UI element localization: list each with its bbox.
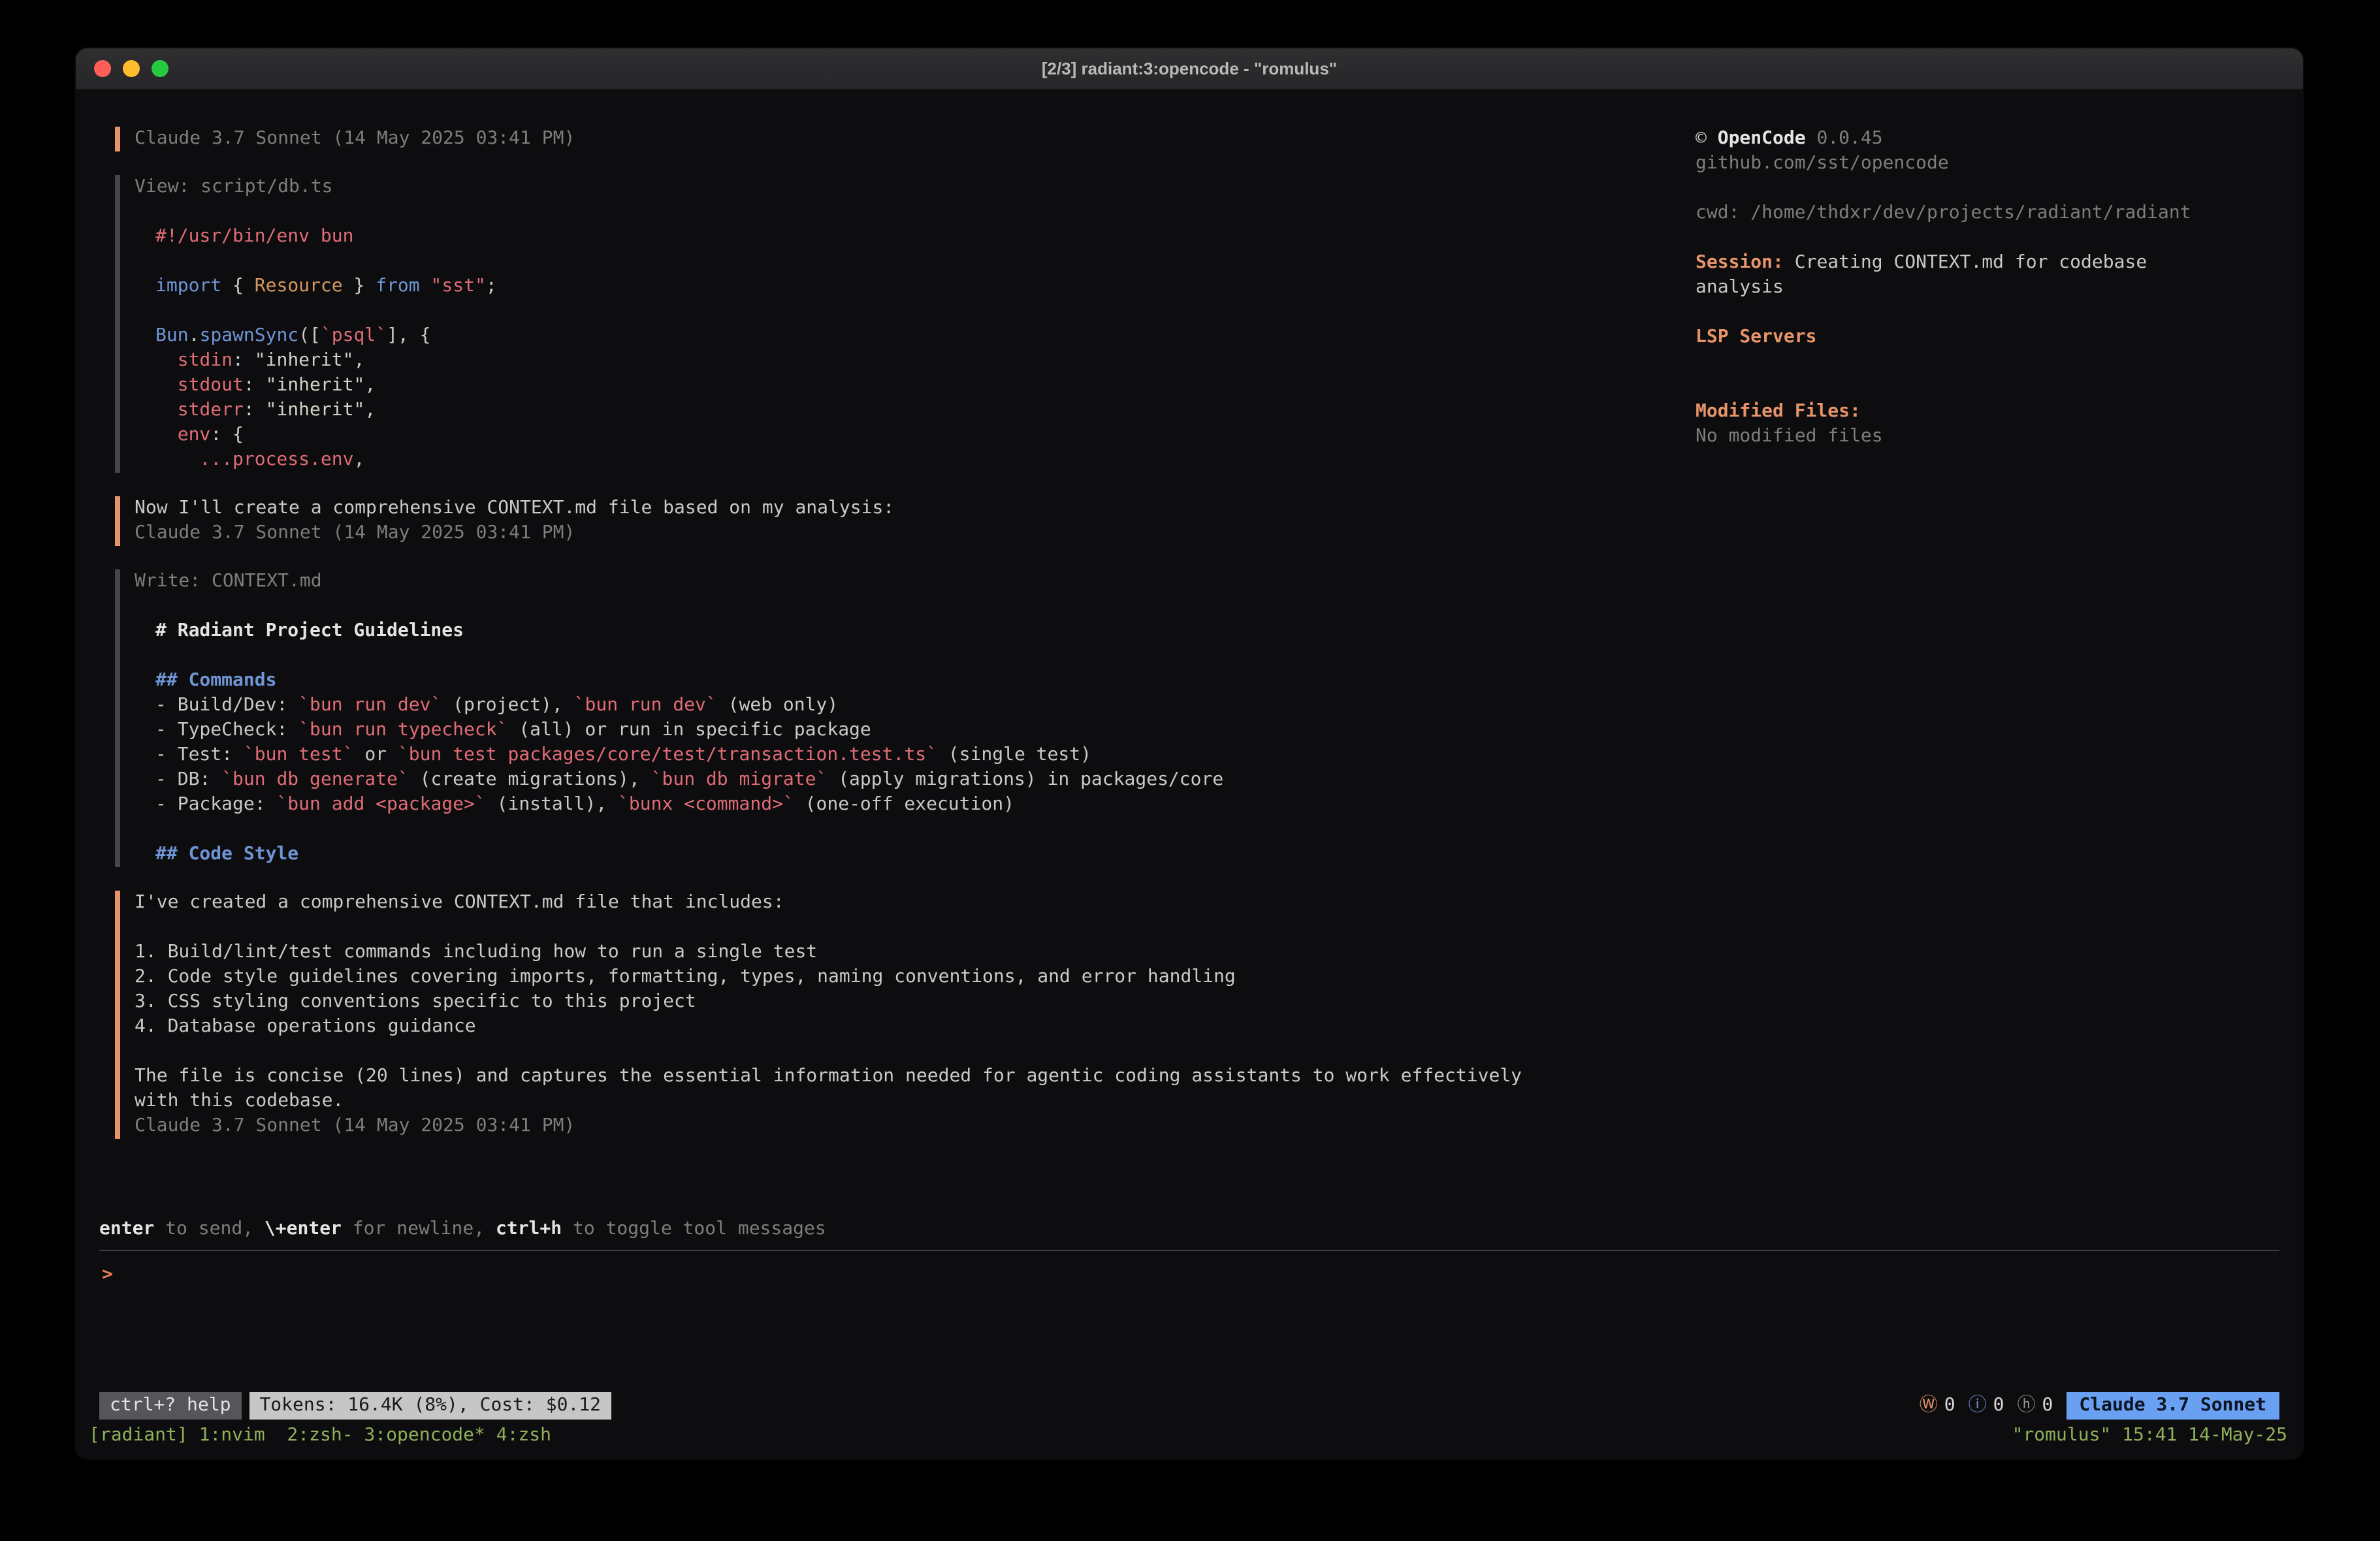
- assistant-summary-text: I've created a comprehensive CONTEXT.md …: [135, 891, 1696, 1114]
- text-line: ## Code Style: [155, 842, 1696, 867]
- status-right: Ⓦ0 ⓘ0 ⓗ0 Claude 3.7 Sonnet: [1920, 1391, 2279, 1419]
- window-titlebar[interactable]: [2/3] radiant:3:opencode - "romulus": [76, 48, 2303, 90]
- window-title: [2/3] radiant:3:opencode - "romulus": [1042, 59, 1337, 78]
- text-line: [135, 1040, 1696, 1064]
- text-line: cwd: /home/thdxr/dev/projects/radiant/ra…: [1696, 201, 2270, 226]
- message-timestamp: Claude 3.7 Sonnet (14 May 2025 03:41 PM): [135, 128, 575, 149]
- text-line: ## Commands: [155, 669, 1696, 693]
- text-line: - Test: `bun test` or `bun test packages…: [155, 743, 1696, 768]
- text-line: 3. CSS styling conventions specific to t…: [135, 990, 1696, 1015]
- markdown-preview: # Radiant Project Guidelines ## Commands…: [135, 594, 1696, 867]
- tokens-cost-badge: Tokens: 16.4K (8%), Cost: $0.12: [249, 1391, 611, 1419]
- diagnostic-infos: ⓘ0: [1969, 1393, 2004, 1418]
- model-badge[interactable]: Claude 3.7 Sonnet: [2066, 1391, 2279, 1419]
- minimize-button[interactable]: [123, 60, 140, 77]
- text-line: LSP Servers: [1696, 325, 2270, 350]
- write-tool-block: Write: CONTEXT.md # Radiant Project Guid…: [115, 569, 1696, 867]
- text-line: 2. Code style guidelines covering import…: [135, 965, 1696, 990]
- text-line: Session: Creating CONTEXT.md for codebas…: [1696, 251, 2270, 276]
- message-input[interactable]: >: [99, 1250, 2279, 1391]
- hint-icon: ⓗ: [2018, 1393, 2036, 1418]
- code-view: #!/usr/bin/env bun import { Resource } f…: [135, 200, 1696, 473]
- view-tool-block: View: script/db.ts #!/usr/bin/env bun im…: [115, 175, 1696, 473]
- terminal-content: Claude 3.7 Sonnet (14 May 2025 03:41 PM)…: [76, 90, 2303, 1459]
- diagnostic-warnings: Ⓦ0: [1920, 1393, 1955, 1418]
- desktop: [2/3] radiant:3:opencode - "romulus" Cla…: [0, 0, 2380, 1541]
- text-line: github.com/sst/opencode: [1696, 151, 2270, 176]
- text-line: [1696, 350, 2270, 375]
- text-line: - Build/Dev: `bun run dev` (project), `b…: [155, 693, 1696, 718]
- assistant-message-block: Now I'll create a comprehensive CONTEXT.…: [115, 496, 1696, 546]
- assistant-summary-block: I've created a comprehensive CONTEXT.md …: [115, 891, 1696, 1139]
- text-line: stdin: "inherit",: [155, 349, 1696, 373]
- text-line: Modified Files:: [1696, 400, 2270, 424]
- keyboard-hints: enter to send, \+enter for newline, ctrl…: [76, 1217, 2303, 1242]
- write-tool-title: Write: CONTEXT.md: [135, 571, 322, 592]
- text-line: No modified files: [1696, 424, 2270, 449]
- text-line: [155, 594, 1696, 619]
- text-line: stderr: "inherit",: [155, 398, 1696, 423]
- status-bar: ctrl+? help Tokens: 16.4K (8%), Cost: $0…: [99, 1391, 2279, 1420]
- info-icon: ⓘ: [1969, 1393, 1987, 1418]
- assistant-header-block: Claude 3.7 Sonnet (14 May 2025 03:41 PM): [115, 127, 1696, 151]
- text-line: [155, 299, 1696, 324]
- text-line: stdout: "inherit",: [155, 373, 1696, 398]
- tmux-session-clock: "romulus" 15:41 14-May-25: [2012, 1423, 2287, 1448]
- text-line: [155, 249, 1696, 274]
- text-line: Bun.spawnSync([`psql`], {: [155, 324, 1696, 349]
- zoom-button[interactable]: [152, 60, 169, 77]
- message-timestamp: Claude 3.7 Sonnet (14 May 2025 03:41 PM): [135, 1115, 575, 1136]
- text-line: [135, 915, 1696, 940]
- tmux-status-bar: [radiant] 1:nvim 2:zsh- 3:opencode* 4:zs…: [76, 1420, 2303, 1459]
- close-button[interactable]: [94, 60, 111, 77]
- text-line: #!/usr/bin/env bun: [155, 225, 1696, 249]
- prompt-symbol: >: [102, 1264, 113, 1285]
- warning-icon: Ⓦ: [1920, 1393, 1938, 1418]
- chat-area: Claude 3.7 Sonnet (14 May 2025 03:41 PM)…: [99, 127, 1696, 1217]
- text-line: © OpenCode 0.0.45: [1696, 127, 2270, 151]
- text-line: env: {: [155, 423, 1696, 448]
- text-line: [155, 644, 1696, 669]
- text-line: 4. Database operations guidance: [135, 1015, 1696, 1040]
- terminal-window: [2/3] radiant:3:opencode - "romulus" Cla…: [74, 47, 2304, 1460]
- text-line: # Radiant Project Guidelines: [155, 619, 1696, 644]
- tmux-window-list[interactable]: [radiant] 1:nvim 2:zsh- 3:opencode* 4:zs…: [89, 1423, 551, 1448]
- text-line: The file is concise (20 lines) and captu…: [135, 1064, 1696, 1089]
- text-line: [155, 818, 1696, 842]
- text-line: - DB: `bun db generate` (create migratio…: [155, 768, 1696, 793]
- message-timestamp: Claude 3.7 Sonnet (14 May 2025 03:41 PM): [135, 522, 575, 543]
- view-tool-title: View: script/db.ts: [135, 176, 332, 197]
- text-line: - TypeCheck: `bun run typecheck` (all) o…: [155, 718, 1696, 743]
- text-line: [1696, 375, 2270, 400]
- info-count: 0: [1993, 1393, 2004, 1418]
- assistant-message-text: Now I'll create a comprehensive CONTEXT.…: [135, 498, 894, 518]
- warning-count: 0: [1944, 1393, 1955, 1418]
- text-line: [155, 200, 1696, 225]
- text-line: ...process.env,: [155, 448, 1696, 473]
- text-line: analysis: [1696, 276, 2270, 300]
- diagnostic-hints: ⓗ0: [2018, 1393, 2053, 1418]
- text-line: [1696, 300, 2270, 325]
- hint-count: 0: [2042, 1393, 2053, 1418]
- text-line: 1. Build/lint/test commands including ho…: [135, 940, 1696, 965]
- text-line: import { Resource } from "sst";: [155, 274, 1696, 299]
- text-line: with this codebase.: [135, 1089, 1696, 1114]
- text-line: enter to send, \+enter for newline, ctrl…: [99, 1217, 2303, 1242]
- help-shortcut-badge: ctrl+? help: [99, 1391, 241, 1419]
- traffic-lights: [94, 48, 169, 89]
- text-line: - Package: `bun add <package>` (install)…: [155, 793, 1696, 818]
- text-line: [1696, 226, 2270, 251]
- text-line: [1696, 176, 2270, 201]
- text-line: I've created a comprehensive CONTEXT.md …: [135, 891, 1696, 915]
- session-sidebar: © OpenCode 0.0.45github.com/sst/opencode…: [1696, 127, 2303, 1217]
